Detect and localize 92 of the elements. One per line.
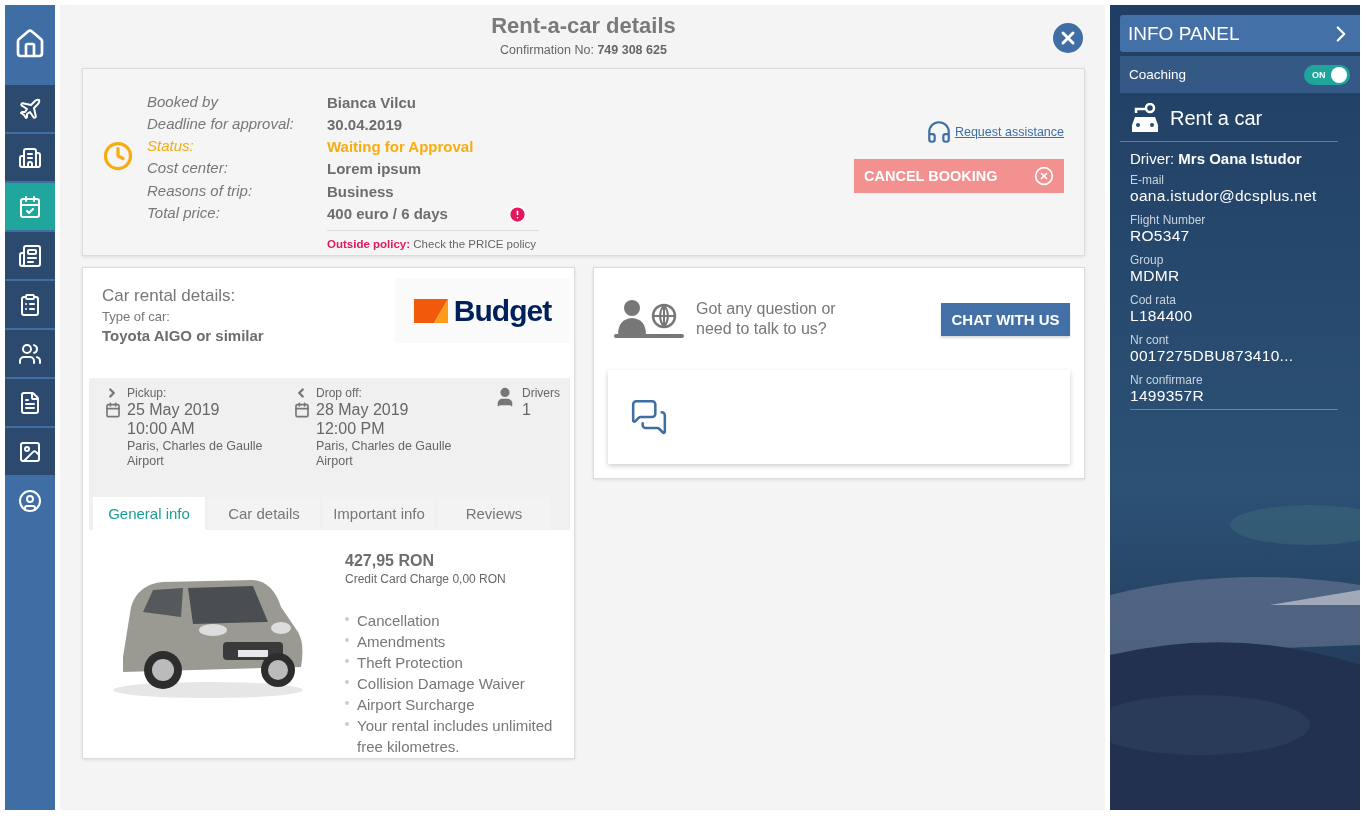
price: 427,95 RON xyxy=(345,552,435,570)
request-assistance-link[interactable]: Request assistance xyxy=(925,119,1064,145)
trip-time: 10:00 AM xyxy=(127,419,196,438)
inclusion-item: Airport Surcharge xyxy=(357,695,475,715)
close-circle-icon xyxy=(1034,166,1054,186)
inclusion-item: Amendments xyxy=(357,632,446,652)
document-icon xyxy=(18,390,42,415)
field-value: Waiting for Approval xyxy=(327,138,474,157)
warning-icon xyxy=(507,204,527,224)
confirmation-number: Confirmation No: 749 308 625 xyxy=(500,43,667,57)
field-value: 400 euro / 6 days xyxy=(327,205,448,224)
inclusion-item: Your rental includes unlimited free kilometres. xyxy=(357,716,554,757)
users-icon xyxy=(18,341,42,366)
nav-button[interactable] xyxy=(5,232,55,279)
field-label: Total price: xyxy=(147,203,221,223)
info-value: RO5347 xyxy=(1130,227,1191,245)
building-icon xyxy=(18,145,42,170)
nav-button[interactable] xyxy=(5,134,55,181)
driver-name: Driver: Mrs Oana Istudor xyxy=(1130,150,1303,167)
nav-button[interactable] xyxy=(5,330,55,377)
info-label: Nr confirmare xyxy=(1130,373,1204,387)
bullet-icon xyxy=(345,617,349,621)
section-title: Rent a car xyxy=(1170,106,1263,130)
field-value: Bianca Vilcu xyxy=(327,94,416,113)
support-agent-icon xyxy=(614,299,684,339)
info-value: oana.istudor@dcsplus.net xyxy=(1130,187,1318,205)
user-circle-icon xyxy=(18,488,42,513)
plane-icon xyxy=(18,96,42,121)
car-type: Toyota AIGO or similar xyxy=(102,327,264,344)
field-label: Status: xyxy=(147,137,195,157)
inclusion-item: Collision Damage Waiver xyxy=(357,674,525,694)
calendar-icon xyxy=(294,402,310,418)
trip-location: Paris, Charles de Gaulle Airport xyxy=(127,439,264,469)
trip-date: 28 May 2019 xyxy=(316,400,410,419)
info-value: 0017275DBU873410... xyxy=(1130,347,1295,365)
calendar-check-icon xyxy=(18,194,42,219)
page-title: Rent-a-car details xyxy=(491,13,676,39)
field-label: Deadline for approval: xyxy=(147,115,295,135)
info-label: Nr cont xyxy=(1130,333,1170,347)
info-label: Flight Number xyxy=(1130,213,1207,227)
tab[interactable]: General info xyxy=(93,497,205,530)
chat-prompt: Got any question or need to talk to us? xyxy=(696,299,837,339)
field-value: Business xyxy=(327,182,394,201)
field-value: Lorem ipsum xyxy=(327,160,422,179)
field-label: Cost center: xyxy=(147,159,229,179)
car-type-label: Type of car: xyxy=(102,309,171,324)
headset-icon xyxy=(925,119,952,145)
bullet-icon xyxy=(345,701,349,705)
nav-button[interactable] xyxy=(5,379,55,426)
field-label: Reasons of trip: xyxy=(147,181,254,201)
drivers-label: Drivers xyxy=(522,386,560,400)
bullet-icon xyxy=(345,722,349,726)
drivers-count: 1 xyxy=(522,400,532,419)
field-label: Booked by xyxy=(147,93,220,112)
nav-button[interactable] xyxy=(5,85,55,132)
trip-time: 12:00 PM xyxy=(316,419,386,438)
bullet-icon xyxy=(345,659,349,663)
field-value: 30.04.2019 xyxy=(327,116,403,135)
logo-mark-icon xyxy=(413,298,448,323)
nav-button[interactable] xyxy=(5,428,55,475)
card-title: Car rental details: xyxy=(102,286,237,306)
info-value: 1499357R xyxy=(1130,387,1205,405)
home-icon xyxy=(14,28,46,60)
car-key-icon xyxy=(1130,103,1160,133)
chat-bubbles-icon xyxy=(630,398,668,436)
bullet-icon xyxy=(345,680,349,684)
info-panel-header[interactable]: INFO PANEL xyxy=(1120,15,1360,52)
company-logo: Budget xyxy=(395,278,570,343)
info-label: Cod rata xyxy=(1130,293,1178,307)
bullet-icon xyxy=(345,638,349,642)
policy-note: Outside policy: Check the PRICE policy xyxy=(327,229,539,255)
cancel-booking-button[interactable]: CANCEL BOOKING xyxy=(854,159,1064,193)
trip-label: Pickup: xyxy=(127,386,168,400)
info-value: MDMR xyxy=(1130,267,1181,285)
inclusion-item: Cancellation xyxy=(357,611,440,631)
trip-date: 25 May 2019 xyxy=(127,400,221,419)
image-icon xyxy=(18,439,42,464)
card-charge: Credit Card Charge 0,00 RON xyxy=(345,572,507,586)
trip-location: Paris, Charles de Gaulle Airport xyxy=(316,439,453,469)
nav-button[interactable] xyxy=(5,281,55,328)
newspaper-icon xyxy=(18,243,42,268)
trip-label: Drop off: xyxy=(316,386,363,400)
coaching-label: Coaching xyxy=(1129,67,1187,82)
inclusion-item: Theft Protection xyxy=(357,653,463,673)
clipboard-list-icon xyxy=(18,292,42,317)
close-button[interactable] xyxy=(1053,23,1083,53)
chat-button[interactable]: CHAT WITH US xyxy=(941,302,1070,336)
info-label: E-mail xyxy=(1130,173,1165,187)
calendar-icon xyxy=(105,402,121,418)
info-value: L184400 xyxy=(1130,307,1194,325)
clock-icon xyxy=(103,141,133,171)
info-label: Group xyxy=(1130,253,1165,267)
